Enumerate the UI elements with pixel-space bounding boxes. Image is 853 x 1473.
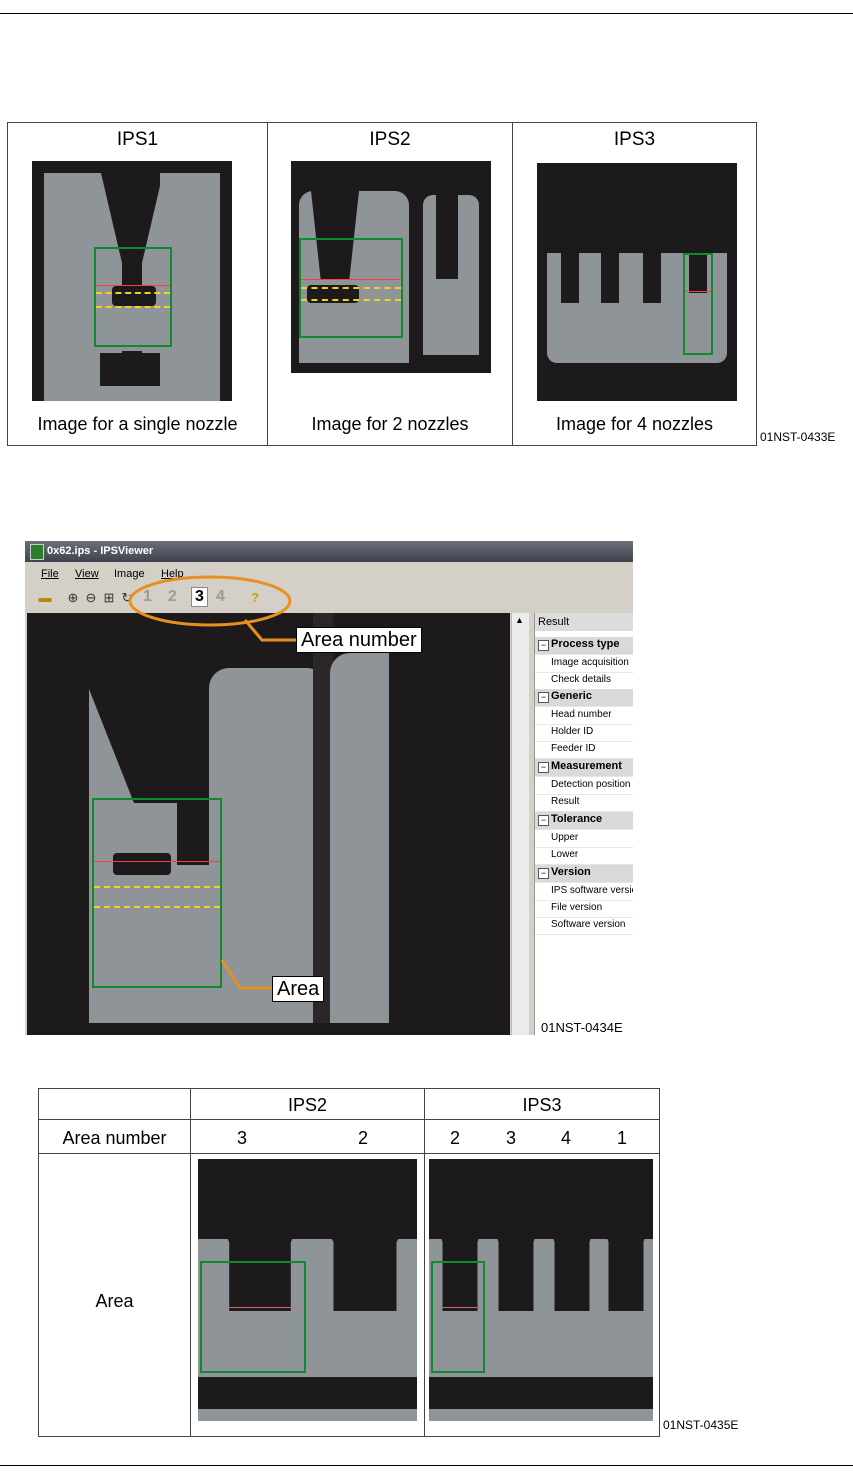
area-number-callout: Area number (296, 627, 422, 653)
area-number-table: IPS2 IPS3 Area number 3 2 2 3 4 1 Area (38, 1088, 660, 1437)
area-box (431, 1261, 485, 1373)
row-label-area: Area (95, 1291, 134, 1311)
row-label-area-number: Area number (62, 1128, 167, 1148)
ips3-area-number: 2 (449, 1128, 460, 1148)
figure-id-3: 01NST-0435E (663, 1418, 739, 1432)
ips2-area-number: 2 (357, 1128, 368, 1148)
ips3-area-number: 4 (560, 1128, 571, 1148)
area-callout: Area (272, 976, 325, 1002)
header-ips2: IPS2 (287, 1095, 328, 1115)
ips3-area-image (429, 1159, 653, 1421)
ips3-area-number: 3 (505, 1128, 516, 1148)
figure-id-2: 01NST-0434E (541, 1020, 623, 1035)
ips3-area-number: 1 (616, 1128, 627, 1148)
area-box (200, 1261, 306, 1373)
header-ips3: IPS3 (522, 1095, 562, 1115)
ips2-area-image (198, 1159, 417, 1421)
ips2-area-number: 3 (236, 1128, 247, 1148)
